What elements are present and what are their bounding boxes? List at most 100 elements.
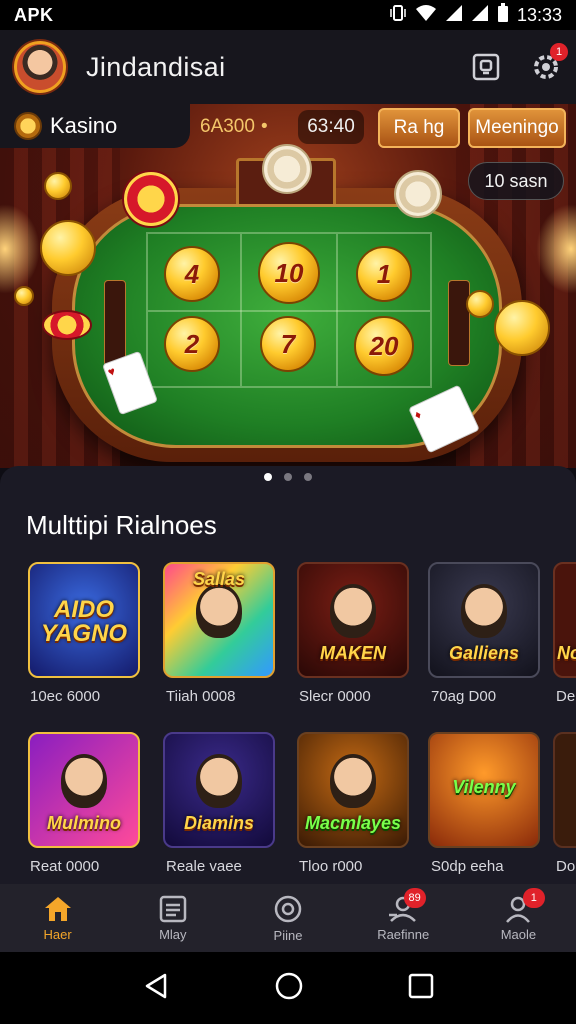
game-tile[interactable]: AIDO YAGNO [28, 562, 140, 678]
coin-icon [40, 220, 96, 276]
notifications-button[interactable]: 1 [530, 43, 568, 83]
game-caption: Tiiah 0008 [166, 688, 236, 705]
game-tile[interactable]: Vilenny [428, 732, 540, 848]
app-title: Jindandisai [86, 51, 226, 82]
status-bar: APK 13:33 [0, 0, 576, 30]
coin-icon [14, 286, 34, 306]
carousel-dot[interactable] [284, 473, 292, 481]
game-caption: De [556, 688, 576, 705]
lamp-left [0, 204, 40, 294]
game-logo: Galliens [448, 643, 520, 663]
header-actions: 1 [470, 43, 568, 83]
wifi-icon [415, 4, 437, 27]
bet-spot-4[interactable]: 2 [164, 316, 220, 372]
game-logo: Mulmino [47, 813, 121, 833]
side-plate-left [104, 280, 126, 366]
chip-icon [394, 170, 442, 218]
kasino-label: Kasino [50, 113, 118, 138]
nav-label: Raefinne [377, 926, 430, 942]
game-logo: No [557, 643, 576, 663]
circle-icon [275, 972, 303, 999]
chip-icon [122, 170, 180, 228]
nav-item-profile[interactable]: 1 Maole [461, 884, 576, 952]
game-tile[interactable]: Mulmino [28, 732, 140, 848]
chip-icon [262, 144, 312, 194]
bet-spot-3[interactable]: 1 [356, 246, 412, 302]
nav-label: Piine [273, 927, 303, 943]
kasino-chip-icon [14, 112, 42, 140]
game-caption: 70ag D00 [431, 688, 497, 705]
character-avatar [196, 754, 242, 808]
hero-button-1[interactable]: Ra hg [378, 108, 460, 148]
carousel-dot[interactable] [264, 473, 272, 481]
nav-item-prime[interactable]: Piine [230, 884, 345, 952]
hero-button-2[interactable]: Meeningo [468, 108, 566, 148]
wallet-icon [472, 53, 500, 81]
chip-icon [42, 310, 92, 340]
character-avatar [330, 584, 376, 638]
game-logo: Diamins [183, 813, 255, 833]
balance-value: 6A300 [200, 116, 255, 137]
kasino-tag[interactable]: Kasino [0, 104, 190, 148]
nav-badge: 89 [403, 888, 426, 908]
status-time: 13:33 [516, 4, 562, 25]
nav-badge: 1 [522, 888, 545, 908]
notification-badge: 1 [550, 43, 568, 61]
nav-label: Mlay [159, 926, 187, 942]
home-icon [44, 896, 71, 921]
bet-spot-1[interactable]: 4 [164, 246, 220, 302]
character-avatar [196, 584, 242, 638]
square-icon [408, 973, 433, 998]
app-header: Jindandisai 1 [0, 30, 576, 104]
vibrate-icon [389, 4, 407, 27]
back-icon [146, 973, 167, 998]
nav-item-play[interactable]: Mlay [115, 884, 230, 952]
carousel-dot[interactable] [304, 473, 312, 481]
battery-icon [497, 2, 509, 28]
bottom-nav: Haer Mlay Piine 89 Raefinne 1 Maole [0, 884, 576, 952]
game-tile[interactable]: Diamins [163, 732, 275, 848]
hero-pill[interactable]: 10 sasn [468, 162, 564, 200]
game-tile[interactable]: Sallas [163, 562, 275, 678]
game-logo: AIDO YAGNO [40, 596, 128, 647]
side-plate-right [448, 280, 470, 366]
nav-item-home[interactable]: Haer [0, 884, 115, 952]
character-avatar [330, 754, 376, 808]
character-avatar [461, 584, 507, 638]
hero-banner[interactable]: 4 10 1 2 7 20 ♥ ♦ Kasino 6A300 • 63:40 R… [0, 104, 576, 468]
timer-stat: 63:40 [298, 110, 364, 144]
nav-label: Haer [43, 926, 72, 942]
home-system-button[interactable] [274, 971, 304, 1006]
game-caption: S0dp eeha [431, 858, 504, 875]
wallet-button[interactable] [470, 51, 502, 83]
game-tile[interactable]: MAKEN [297, 562, 409, 678]
recents-button[interactable] [407, 972, 435, 1005]
game-caption: Do [556, 858, 576, 875]
game-tile[interactable]: Galliens [428, 562, 540, 678]
bet-spot-2[interactable]: 10 [258, 242, 320, 304]
game-logo: MAKEN [320, 643, 386, 663]
game-logo: Macmlayes [304, 813, 402, 833]
avatar[interactable] [14, 41, 66, 93]
character-avatar [61, 754, 107, 808]
game-tile[interactable]: No [553, 562, 576, 678]
system-nav-bar [0, 952, 576, 1024]
nav-item-refine[interactable]: 89 Raefinne [346, 884, 461, 952]
section-title: Multtipi Rialnoes [26, 510, 217, 540]
game-caption: Reat 0000 [30, 858, 100, 875]
game-caption: Slecr 0000 [299, 688, 371, 705]
balance-stat: 6A300 • [200, 114, 268, 140]
game-tile[interactable] [553, 732, 576, 848]
game-caption: Tloo r000 [299, 858, 363, 875]
lamp-right [536, 204, 576, 294]
balance-arrow: • [260, 116, 268, 137]
nav-label: Maole [500, 926, 537, 942]
status-right: 13:33 [389, 2, 562, 28]
bet-spot-6[interactable]: 20 [354, 316, 414, 376]
bet-spot-5[interactable]: 7 [260, 316, 316, 372]
signal-icon [445, 4, 463, 27]
carousel-dots [0, 473, 576, 481]
coin-icon [44, 172, 72, 200]
game-tile[interactable]: Macmlayes [297, 732, 409, 848]
back-button[interactable] [141, 971, 171, 1006]
